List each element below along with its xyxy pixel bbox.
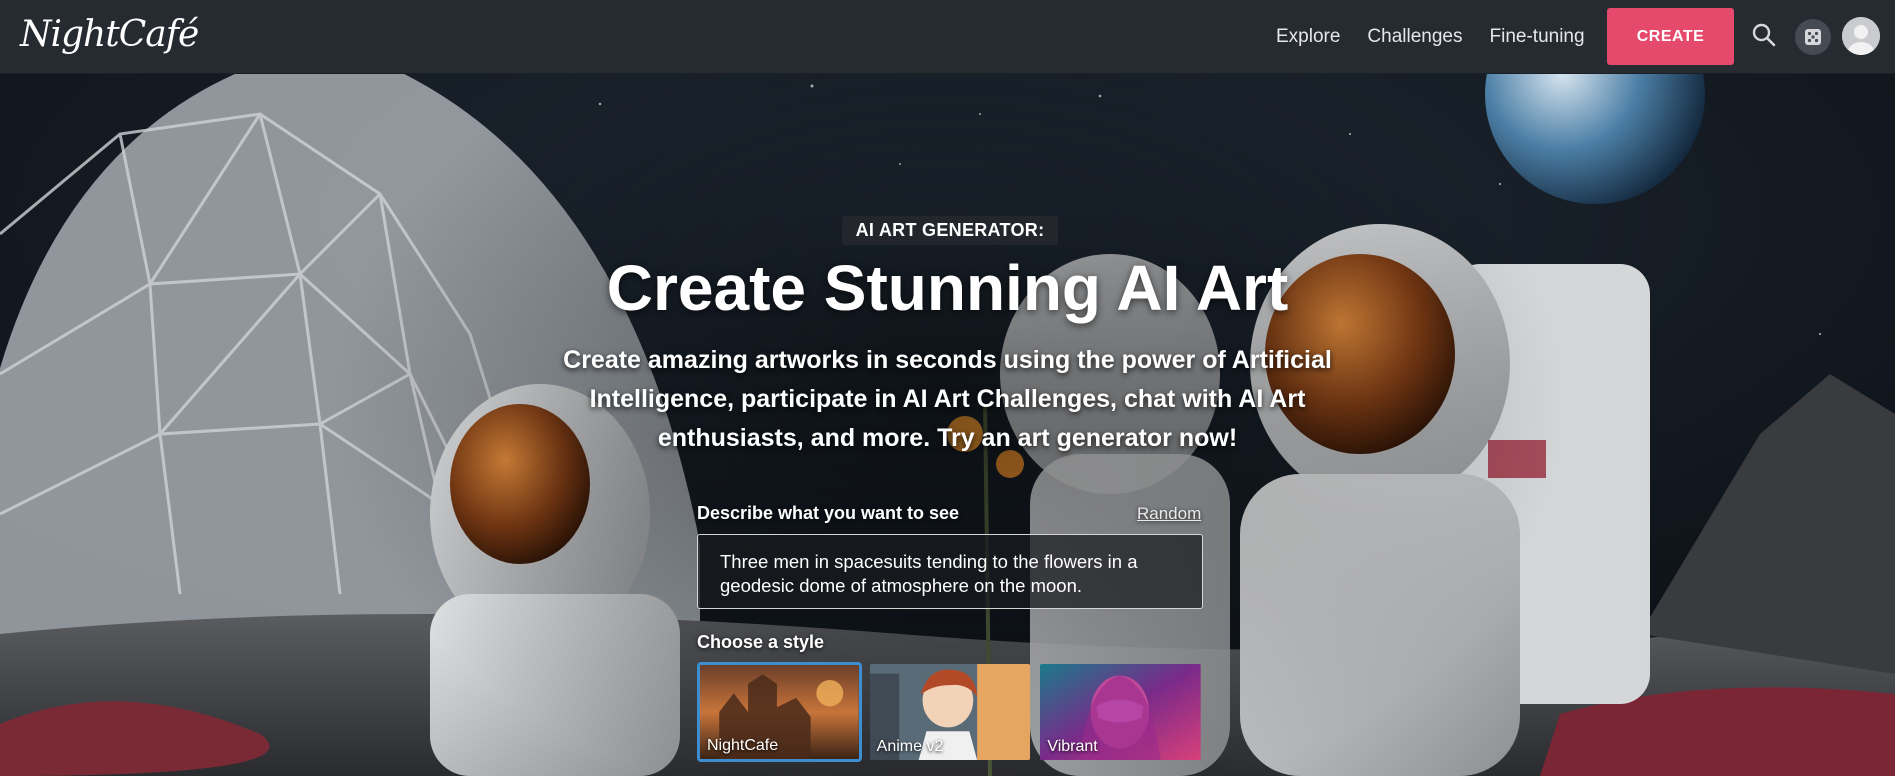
nav-explore[interactable]: Explore [1276, 26, 1340, 48]
hero-eyebrow-badge: AI ART GENERATOR: [842, 216, 1058, 245]
hero-headline: Create Stunning AI Art [606, 252, 1289, 324]
prompt-label: Describe what you want to see [697, 503, 960, 523]
top-navbar: NightCafé Explore Challenges Fine-tuning… [0, 0, 1895, 74]
prompt-input[interactable] [697, 534, 1203, 609]
dice-icon[interactable] [1795, 19, 1831, 55]
user-avatar-icon[interactable] [1842, 17, 1880, 55]
style-card-vibrant[interactable]: Vibrant [1038, 662, 1203, 762]
create-button[interactable]: CREATE [1607, 8, 1734, 65]
style-card-nightcafe[interactable]: NightCafe [697, 662, 862, 762]
nightcafe-logo[interactable]: NightCafé [20, 14, 199, 55]
style-label: Choose a style [697, 632, 825, 652]
style-name-nightcafe: NightCafe [707, 737, 779, 754]
style-card-anime-v2[interactable]: Anime v2 [868, 662, 1033, 762]
style-name-anime-v2: Anime v2 [876, 738, 944, 755]
nav-challenges[interactable]: Challenges [1367, 26, 1462, 48]
main-nav: Explore Challenges Fine-tuning [1276, 0, 1612, 74]
nav-fine-tuning[interactable]: Fine-tuning [1490, 26, 1585, 48]
search-icon[interactable] [1751, 22, 1777, 48]
hero-subtext: Create amazing artworks in seconds using… [563, 346, 1332, 452]
style-picker: NightCafe Anime v2 Vibrant [697, 662, 1203, 762]
random-prompt-link[interactable]: Random [1137, 504, 1201, 524]
style-name-vibrant: Vibrant [1047, 738, 1098, 755]
